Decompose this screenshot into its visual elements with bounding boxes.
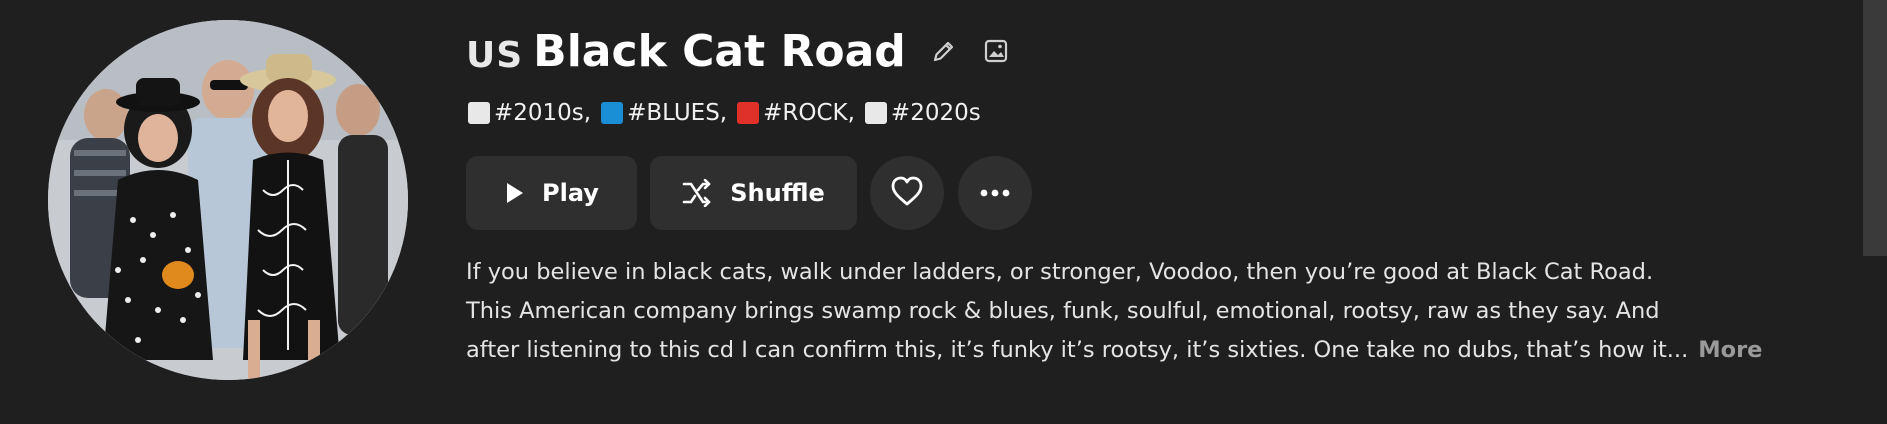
genre-tags: #2010s, #BLUES, #ROCK, #2020s bbox=[468, 96, 991, 130]
image-icon[interactable] bbox=[980, 35, 1012, 67]
shuffle-button[interactable]: Shuffle bbox=[650, 156, 857, 230]
shuffle-label: Shuffle bbox=[730, 179, 825, 207]
description-line-last: after listening to this cd I can confirm… bbox=[466, 331, 1846, 370]
more-options-icon bbox=[980, 184, 1010, 202]
artist-description: If you believe in black cats, walk under… bbox=[466, 253, 1846, 370]
description-line: This American company brings swamp rock … bbox=[466, 298, 1660, 324]
tag-2020s[interactable]: #2020s bbox=[864, 100, 981, 126]
artist-photo-image bbox=[48, 20, 408, 380]
tag-color-swatch bbox=[737, 102, 760, 124]
artist-title-row: US Black Cat Road bbox=[466, 22, 1012, 80]
action-buttons: Play Shuffle bbox=[466, 156, 1046, 230]
tag-label: #ROCK, bbox=[763, 100, 855, 126]
tag-color-swatch bbox=[864, 102, 887, 124]
play-button[interactable]: Play bbox=[466, 156, 637, 230]
shuffle-icon bbox=[682, 179, 712, 207]
play-icon bbox=[504, 182, 524, 204]
artist-page: US Black Cat Road #2010s, #BLUES, #ROCK,… bbox=[0, 0, 1887, 424]
country-code: US bbox=[466, 34, 524, 76]
play-label: Play bbox=[542, 179, 599, 207]
tag-label: #2010s, bbox=[494, 100, 592, 126]
favorite-button[interactable] bbox=[870, 156, 944, 230]
artist-avatar bbox=[48, 20, 408, 380]
description-line-text: after listening to this cd I can confirm… bbox=[466, 337, 1689, 363]
heart-icon bbox=[890, 176, 924, 211]
more-options-button[interactable] bbox=[958, 156, 1032, 230]
artist-name: Black Cat Road bbox=[533, 25, 906, 77]
description-line: If you believe in black cats, walk under… bbox=[466, 259, 1654, 285]
scrollbar-thumb[interactable] bbox=[1863, 0, 1887, 256]
tag-color-swatch bbox=[601, 102, 624, 124]
tag-blues[interactable]: #BLUES, bbox=[601, 100, 727, 126]
tag-label: #BLUES, bbox=[627, 100, 728, 126]
tag-2010s[interactable]: #2010s, bbox=[468, 100, 591, 126]
pencil-icon[interactable] bbox=[928, 35, 960, 67]
tag-color-swatch bbox=[468, 102, 490, 124]
tag-label: #2020s bbox=[890, 100, 981, 126]
more-link[interactable]: More bbox=[1698, 337, 1762, 363]
tag-rock[interactable]: #ROCK, bbox=[737, 100, 855, 126]
